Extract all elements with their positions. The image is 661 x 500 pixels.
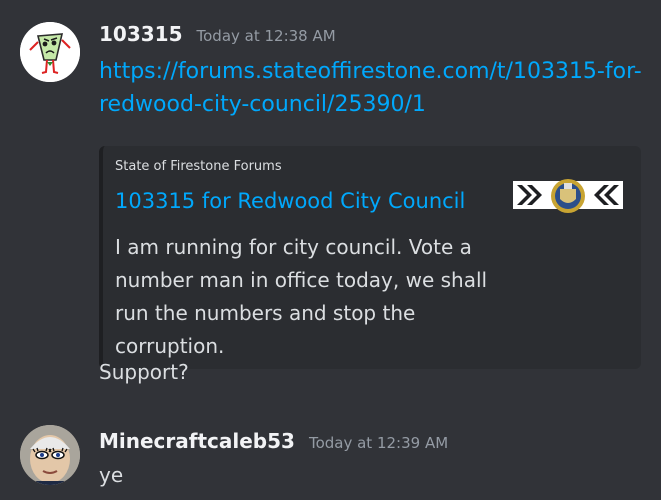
- embed-title[interactable]: 103315 for Redwood City Council: [115, 189, 465, 213]
- link-embed: State of Firestone Forums 103315 for Red…: [99, 146, 641, 369]
- avatar-minecraftcaleb53[interactable]: [20, 425, 80, 485]
- message-header: 103315 Today at 12:38 AM: [99, 22, 645, 46]
- message-text: Support?: [99, 360, 189, 384]
- avatar-103315[interactable]: [20, 22, 80, 82]
- message-content: 103315 Today at 12:38 AM https://forums.…: [99, 22, 645, 384]
- embed-provider[interactable]: State of Firestone Forums: [115, 159, 282, 174]
- forum-crest-icon: [513, 179, 623, 213]
- username[interactable]: Minecraftcaleb53: [99, 429, 295, 453]
- message-content: Minecraftcaleb53 Today at 12:39 AM ye: [99, 429, 645, 489]
- face-avatar-icon: [20, 425, 80, 485]
- message-minecraftcaleb53: Minecraftcaleb53 Today at 12:39 AM ye: [0, 420, 661, 500]
- message-header: Minecraftcaleb53 Today at 12:39 AM: [99, 429, 645, 453]
- forum-link[interactable]: https://forums.stateoffirestone.com/t/10…: [99, 55, 645, 121]
- timestamp[interactable]: Today at 12:38 AM: [197, 27, 336, 45]
- cartoon-avatar-icon: [20, 22, 80, 82]
- embed-thumbnail[interactable]: [513, 177, 623, 217]
- embed-description: I am running for city council. Vote a nu…: [115, 235, 488, 358]
- message-103315: 103315 Today at 12:38 AM https://forums.…: [0, 0, 661, 400]
- message-text: ye: [99, 463, 124, 487]
- username[interactable]: 103315: [99, 22, 183, 46]
- timestamp[interactable]: Today at 12:39 AM: [309, 434, 448, 452]
